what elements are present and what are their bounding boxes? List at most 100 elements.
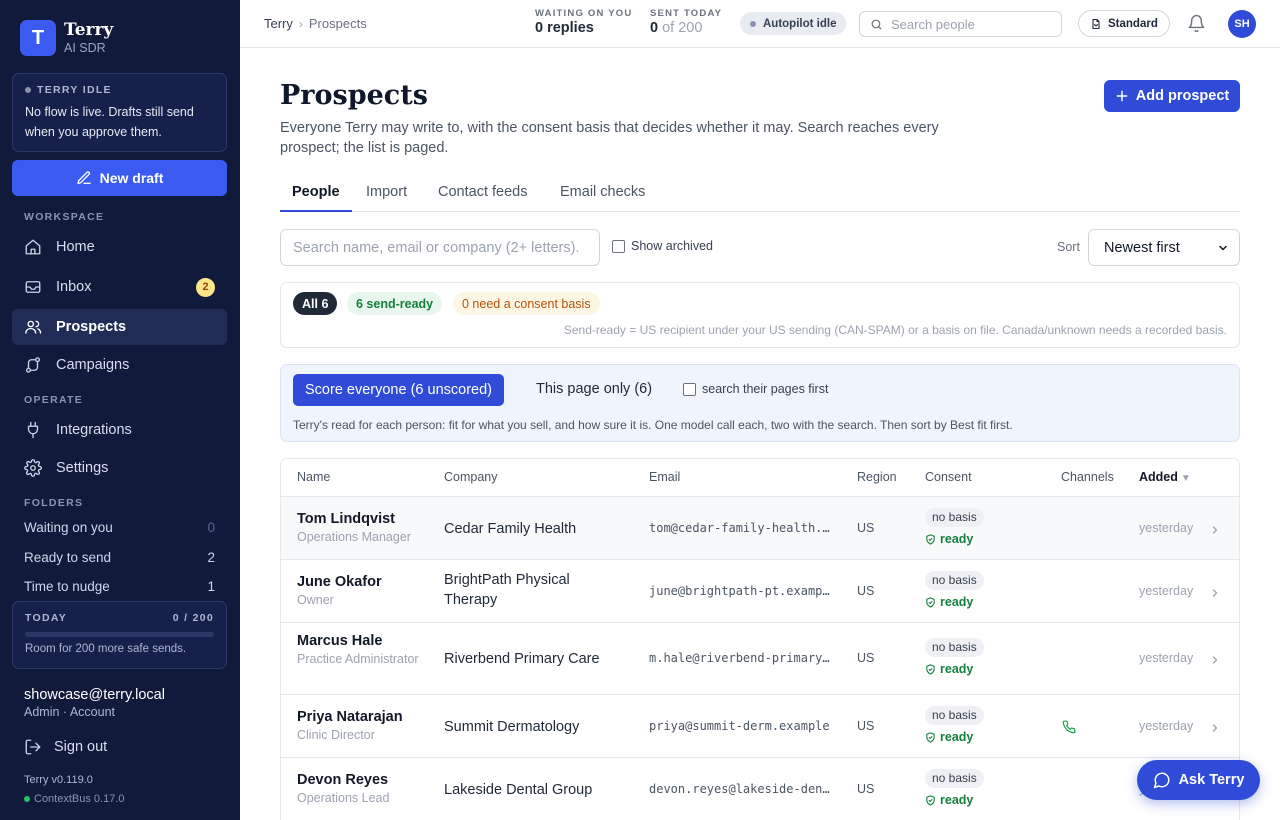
tab-contact-feeds[interactable]: Contact feeds: [426, 172, 539, 212]
plug-icon: [27, 421, 39, 439]
nav-home[interactable]: Home: [12, 229, 227, 265]
avatar[interactable]: SH: [1228, 10, 1256, 38]
today-progress-bar: [25, 632, 214, 637]
channel-phone[interactable]: [1062, 720, 1076, 739]
add-prospect-label: Add prospect: [1135, 88, 1230, 104]
send-status: ready: [925, 793, 984, 807]
nav-prospects[interactable]: Prospects: [12, 309, 227, 345]
send-status: ready: [925, 532, 984, 546]
table-row[interactable]: Marcus Hale Practice Administrator Riverbe…: [281, 623, 1239, 695]
prospect-added: yesterday: [1139, 584, 1194, 598]
score-everyone-button[interactable]: Score everyone (6 unscored): [293, 374, 504, 406]
show-archived-checkbox[interactable]: Show archived: [612, 239, 713, 253]
new-draft-button[interactable]: New draft: [12, 160, 227, 196]
folder-label: Ready to send: [24, 550, 112, 565]
open-row-button[interactable]: [1209, 653, 1221, 671]
column-added[interactable]: Added ▼: [1139, 470, 1191, 484]
today-note: Room for 200 more safe sends.: [25, 643, 187, 655]
sign-out-button[interactable]: Sign out: [24, 738, 107, 756]
add-prospect-button[interactable]: Add prospect: [1104, 80, 1240, 112]
table-row[interactable]: June Okafor Owner BrightPath Physical Ther…: [281, 560, 1239, 623]
waiting-value: 0 replies: [535, 20, 594, 36]
table-row[interactable]: Tom Lindqvist Operations Manager Cedar Fam…: [281, 497, 1239, 560]
notifications-button[interactable]: [1187, 14, 1206, 38]
autopilot-status[interactable]: Autopilot idle: [740, 12, 847, 35]
prospect-region: US: [857, 719, 875, 733]
send-status-label: ready: [940, 532, 974, 546]
folder-nudge[interactable]: Time to nudge 1: [24, 579, 215, 594]
breadcrumb-root[interactable]: Terry: [264, 16, 293, 31]
score-page-only-button[interactable]: This page only (6): [536, 381, 652, 397]
plus-icon: [1116, 90, 1128, 102]
phone-icon: [1062, 720, 1076, 734]
prospect-name[interactable]: June Okafor: [297, 574, 427, 590]
open-row-button[interactable]: [1209, 586, 1221, 604]
filter-chip-send-ready[interactable]: 6 send-ready: [347, 292, 443, 315]
column-email[interactable]: Email: [649, 470, 680, 484]
column-region[interactable]: Region: [857, 470, 897, 484]
column-consent[interactable]: Consent: [925, 470, 972, 484]
table-row[interactable]: Priya Natarajan Clinic Director Summit Der…: [281, 695, 1239, 758]
account-role: Admin · Account: [24, 705, 116, 719]
sign-out-icon: [25, 739, 41, 755]
search-pages-checkbox[interactable]: search their pages first: [683, 382, 828, 396]
checkbox[interactable]: [683, 382, 696, 396]
workspace-label: WORKSPACE: [24, 211, 105, 223]
prospect-name[interactable]: Tom Lindqvist: [297, 511, 427, 527]
filter-chip-all[interactable]: All 6: [293, 292, 338, 315]
prospect-email: m.hale@riverbend-primary.example: [649, 651, 831, 665]
nav-campaigns-label: Campaigns: [56, 357, 130, 373]
shield-check-icon: [926, 794, 935, 806]
prospect-added: yesterday: [1139, 521, 1194, 535]
folder-waiting[interactable]: Waiting on you 0: [24, 520, 215, 535]
folder-ready[interactable]: Ready to send 2: [24, 550, 215, 565]
open-row-button[interactable]: [1209, 721, 1221, 739]
sign-out-label: Sign out: [54, 739, 108, 755]
tab-people[interactable]: People: [280, 172, 352, 212]
folder-count: 2: [207, 550, 215, 565]
sent-value: 0: [650, 20, 659, 36]
prospect-search-input[interactable]: [280, 229, 600, 266]
inbox-icon: [25, 281, 41, 293]
checkbox[interactable]: [612, 239, 625, 253]
nav-inbox[interactable]: Inbox 2: [12, 269, 227, 305]
mode-button[interactable]: Standard: [1078, 10, 1170, 37]
breadcrumb-current: Prospects: [308, 16, 367, 31]
chevron-right-icon: [1212, 526, 1218, 534]
nav-integrations[interactable]: Integrations: [12, 412, 227, 448]
contextbus-status: ContextBus 0.17.0: [24, 793, 125, 805]
score-card: Score everyone (6 unscored) This page on…: [280, 364, 1240, 442]
status-text: No flow is live. Drafts still send when …: [25, 105, 194, 139]
sort-select[interactable]: Newest first: [1088, 229, 1240, 266]
breadcrumb: Terry › Prospects: [264, 16, 367, 31]
prospect-title: Operations Lead: [297, 791, 390, 805]
prospect-title: Owner: [297, 593, 334, 607]
today-card: TODAY 0 / 200 Room for 200 more safe sen…: [12, 601, 227, 669]
prospect-name[interactable]: Devon Reyes: [297, 772, 427, 788]
ask-terry-button[interactable]: Ask Terry: [1137, 760, 1260, 800]
column-company[interactable]: Company: [444, 470, 498, 484]
prospect-email: devon.reyes@lakeside-dental.example: [649, 782, 831, 796]
sidebar: T Terry AI SDR TERRY IDLE No flow is liv…: [0, 0, 240, 820]
prospect-name[interactable]: Priya Natarajan: [297, 709, 427, 725]
column-channels[interactable]: Channels: [1061, 470, 1114, 484]
table-row[interactable]: Devon Reyes Operations Lead Lakeside Denta…: [281, 758, 1239, 820]
gear-icon: [24, 459, 42, 477]
page-title: Prospects: [280, 80, 428, 111]
account-block[interactable]: showcase@terry.local Admin · Account: [24, 687, 165, 719]
send-status: ready: [925, 595, 984, 609]
ask-terry-label: Ask Terry: [1178, 772, 1245, 788]
brand-name: Terry: [64, 20, 114, 41]
filter-chip-need-basis[interactable]: 0 need a consent basis: [453, 292, 600, 315]
prospect-name[interactable]: Marcus Hale: [297, 633, 427, 649]
open-row-button[interactable]: [1209, 523, 1221, 541]
column-added-label: Added: [1139, 470, 1178, 484]
brand[interactable]: T Terry AI SDR: [20, 20, 113, 56]
tab-email-checks[interactable]: Email checks: [548, 172, 657, 212]
nav-settings[interactable]: Settings: [12, 450, 227, 486]
column-name[interactable]: Name: [297, 470, 330, 484]
search-people-input[interactable]: Search people: [859, 11, 1062, 37]
send-status: ready: [925, 662, 984, 676]
tab-import[interactable]: Import: [354, 172, 419, 212]
nav-campaigns[interactable]: Campaigns: [12, 347, 227, 383]
